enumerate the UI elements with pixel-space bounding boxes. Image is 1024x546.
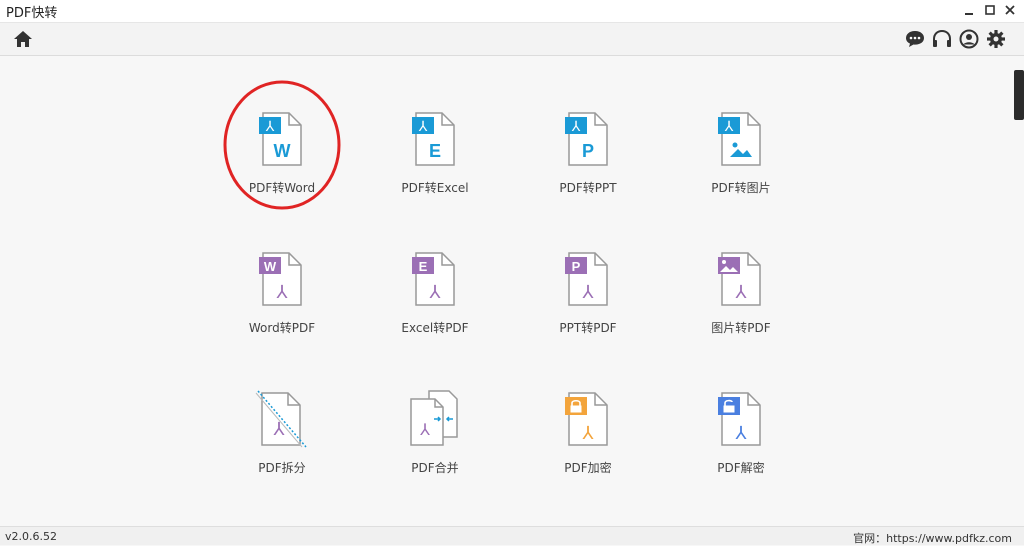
svg-text:E: E xyxy=(429,141,441,161)
svg-text:⅄: ⅄ xyxy=(429,282,442,302)
pdf-to-image-icon: ⅄ xyxy=(718,112,761,166)
tile-pdf-to-image[interactable]: ⅄ PDF转图片 xyxy=(671,109,811,219)
svg-text:⅄: ⅄ xyxy=(724,118,734,134)
tile-pdf-encrypt[interactable]: ⅄ PDF加密 xyxy=(518,389,658,499)
minimize-icon[interactable] xyxy=(962,3,976,17)
tile-pdf-to-ppt[interactable]: ⅄ P PDF转PPT xyxy=(518,109,658,219)
svg-text:⅄: ⅄ xyxy=(582,282,595,302)
image-to-pdf-icon: ⅄ xyxy=(718,252,761,306)
tile-label: PDF拆分 xyxy=(258,461,306,475)
tile-pdf-to-excel[interactable]: ⅄ E PDF转Excel xyxy=(365,109,505,219)
pdf-to-ppt-icon: ⅄ P xyxy=(565,112,608,166)
tile-word-to-pdf[interactable]: W ⅄ Word转PDF xyxy=(212,249,352,359)
tile-label: 图片转PDF xyxy=(711,321,771,335)
tile-label: Word转PDF xyxy=(248,321,316,335)
svg-text:⅄: ⅄ xyxy=(418,118,428,134)
tile-label: PDF合并 xyxy=(411,461,459,475)
window-title: PDF快转 xyxy=(6,6,58,21)
headset-icon[interactable] xyxy=(931,29,953,49)
tile-pdf-merge[interactable]: ⅄ PDF合并 xyxy=(365,389,505,499)
tile-label: PDF转Excel xyxy=(401,181,469,195)
tile-label: PDF转PPT xyxy=(559,181,617,195)
tile-pdf-decrypt[interactable]: ⅄ PDF解密 xyxy=(671,389,811,499)
home-icon[interactable] xyxy=(12,29,34,49)
svg-text:⅄: ⅄ xyxy=(276,282,289,302)
gear-icon[interactable] xyxy=(985,29,1007,49)
word-to-pdf-icon: W ⅄ xyxy=(259,252,302,306)
pdf-decrypt-icon: ⅄ xyxy=(718,392,761,446)
svg-text:P: P xyxy=(572,259,581,274)
svg-text:⅄: ⅄ xyxy=(571,118,581,134)
tile-pdf-split[interactable]: ⅄ PDF拆分 xyxy=(212,389,352,499)
tile-excel-to-pdf[interactable]: E ⅄ Excel转PDF xyxy=(365,249,505,359)
main-content: ⅄ W PDF转Word ⅄ E PDF转Excel ⅄ P PDF转PPT ⅄… xyxy=(0,56,1024,526)
user-icon[interactable] xyxy=(958,29,980,49)
svg-text:W: W xyxy=(264,259,277,274)
pdf-merge-icon: ⅄ xyxy=(410,390,458,446)
scrollbar[interactable] xyxy=(1014,70,1024,120)
status-bar: v2.0.6.52 官网：https://www.pdfkz.com xyxy=(0,526,1024,545)
svg-text:P: P xyxy=(582,141,594,161)
pdf-to-excel-icon: ⅄ E xyxy=(412,112,455,166)
svg-text:⅄: ⅄ xyxy=(273,419,286,439)
close-icon[interactable] xyxy=(1003,3,1017,17)
tile-image-to-pdf[interactable]: ⅄ 图片转PDF xyxy=(671,249,811,359)
ppt-to-pdf-icon: P ⅄ xyxy=(565,252,608,306)
highlight-circle xyxy=(223,80,341,210)
tile-label: PDF加密 xyxy=(564,461,612,475)
svg-text:E: E xyxy=(419,259,428,274)
pdf-split-icon: ⅄ xyxy=(255,390,307,448)
title-bar: PDF快转 xyxy=(0,0,1024,23)
tile-label: PPT转PDF xyxy=(559,321,617,335)
tile-ppt-to-pdf[interactable]: P ⅄ PPT转PDF xyxy=(518,249,658,359)
tile-label: PDF转图片 xyxy=(711,181,771,195)
svg-text:⅄: ⅄ xyxy=(582,423,595,443)
tile-label: PDF解密 xyxy=(717,461,765,475)
svg-text:⅄: ⅄ xyxy=(735,423,748,443)
pdf-encrypt-icon: ⅄ xyxy=(565,392,608,446)
svg-text:⅄: ⅄ xyxy=(735,282,748,302)
maximize-icon[interactable] xyxy=(983,3,997,17)
version-text: v2.0.6.52 xyxy=(5,530,57,543)
tile-label: Excel转PDF xyxy=(401,321,469,335)
svg-text:⅄: ⅄ xyxy=(419,422,430,439)
excel-to-pdf-icon: E ⅄ xyxy=(412,252,455,306)
chat-icon[interactable] xyxy=(904,29,926,49)
toolbar xyxy=(0,23,1024,56)
